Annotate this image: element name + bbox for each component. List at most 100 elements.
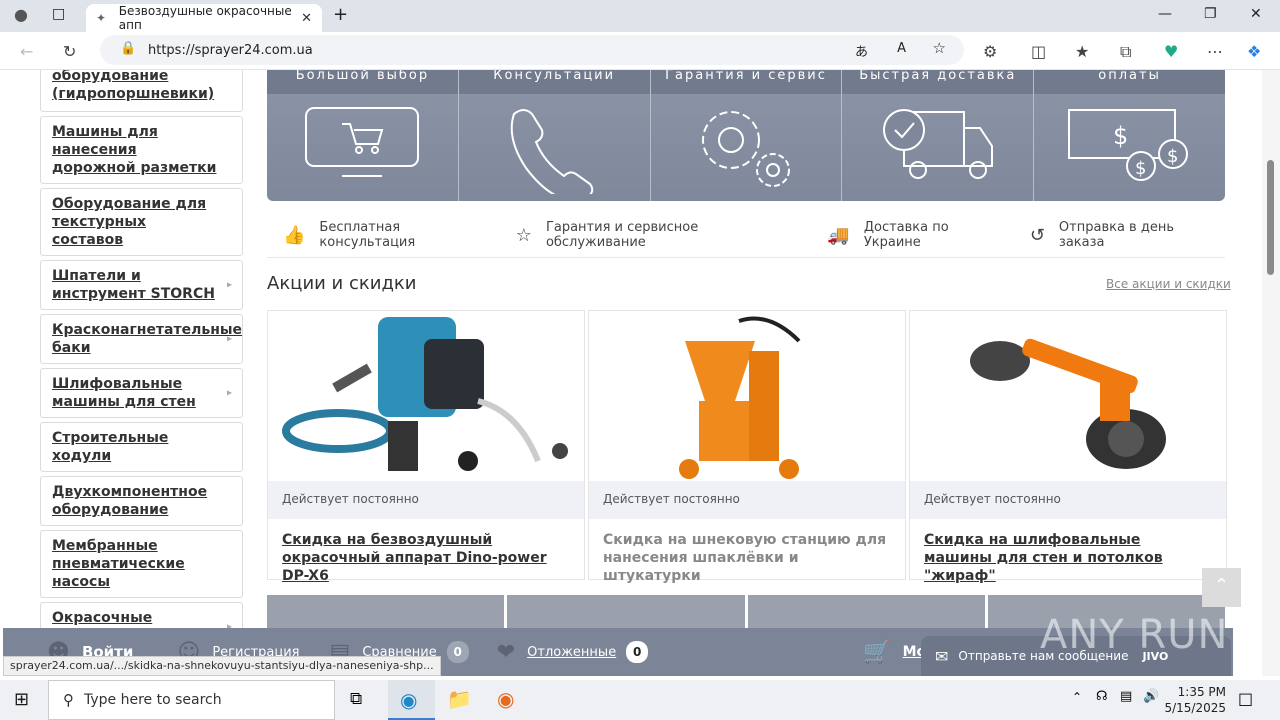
saved-count-badge: 0 [626,641,649,663]
notifications-icon[interactable]: □ [1238,689,1253,708]
promo-card[interactable]: Действует постоянно Скидка на безвоздушн… [267,310,585,584]
feature-label: Доставка по Украине [863,220,949,250]
file-explorer-icon[interactable]: 📁 [447,687,472,711]
sidebar-item-hydropiston[interactable]: оборудование (гидропоршневики) [40,70,243,112]
collections-icon[interactable]: ⧉ [1120,42,1131,62]
promos-title: Акции и скидки [267,273,417,294]
taskbar-search-box[interactable]: ⚲ Type here to search [48,680,335,720]
promo-card[interactable]: Действует постоянно Скидка на шнековую с… [588,310,906,584]
sidebar-item-label: оборудование (гидропоршневики) [52,70,215,102]
sidebar-item-label: Шлифовальные машины для стен [52,376,196,410]
favorite-star-icon[interactable]: ☆ [933,39,946,57]
status-bar-url: sprayer24.com.ua/.../skidka-na-shnekovuy… [3,656,441,676]
sidebar-item-road-marking[interactable]: Машины для нанесения дорожной разметки [40,116,243,184]
active-tab[interactable]: ✦ Безвоздушные окрасочные апп ✕ [86,4,322,32]
firefox-icon[interactable]: ◉ [497,687,514,711]
promo-title-link[interactable]: Скидка на шлифовальные машины для стен и… [910,519,1226,584]
browser-essentials-icon[interactable]: ♥ [1164,42,1178,61]
close-window-icon[interactable]: ✕ [1250,6,1262,22]
clock-date: 5/15/2025 [1164,701,1226,715]
svg-text:$: $ [1135,158,1146,179]
tab-actions-icon[interactable]: □ [52,6,65,22]
tray-chevron-icon[interactable]: ⌃ [1072,690,1082,704]
promo-cards: Действует постоянно Скидка на безвоздушн… [267,310,1227,584]
all-promos-link[interactable]: Все акции и скидки [1106,277,1231,291]
page-scrollbar[interactable] [1262,70,1280,676]
chevron-right-icon: ▸ [226,387,232,399]
taskbar-clock[interactable]: 1:35 PM 5/15/2025 [1164,684,1226,716]
search-placeholder: Type here to search [84,692,222,708]
sidebar-item-wall-sanders[interactable]: Шлифовальные машины для стен ▸ [40,368,243,418]
promo-card[interactable]: Действует постоянно Скидка на шлифовальн… [909,310,1227,584]
lock-icon[interactable]: 🔒 [120,41,136,56]
favicon-icon: ✦ [96,11,107,25]
product-image-screw-station[interactable] [589,311,905,481]
banner-cell[interactable]: Большой выбор [267,70,459,201]
promo-status: Действует постоянно [589,481,905,519]
sidebar-item-label: Оборудование для текстурных составов [52,196,207,248]
svg-text:$: $ [1167,146,1178,167]
translate-icon[interactable]: あ [855,41,868,60]
banner-cell[interactable]: Гарантия и сервис [650,70,843,201]
banner-cell[interactable]: Быстрая доставка [842,70,1035,201]
promo-title-link[interactable]: Скидка на безвоздушный окрасочный аппара… [268,519,584,584]
extensions-icon[interactable]: ⚙ [983,42,997,61]
history-icon: ↺ [1029,224,1045,246]
scroll-to-top-button[interactable]: ⌃ [1202,568,1241,607]
sidebar-item-stilts[interactable]: Строительные ходули [40,422,243,472]
saved-button[interactable]: ❤ Отложенные 0 [496,639,649,665]
sidebar-item-two-component[interactable]: Двухкомпонентное оборудование [40,476,243,526]
url-field[interactable]: 🔒 https://sprayer24.com.ua あ A ☆ [100,35,964,65]
product-image-sprayer[interactable] [268,311,584,481]
promo-title-link[interactable]: Скидка на шнековую станцию для нанесения… [589,519,905,584]
feature-item: 👍 Бесплатная консультация [283,220,486,250]
sidebar-item-label: Красконагнетательные баки [52,322,243,356]
monitor-cart-icon [305,107,420,177]
star-icon: ☆ [515,224,532,246]
sidebar-item-storch[interactable]: Шпатели и инструмент STORCH ▸ [40,260,243,310]
scrollbar-thumb[interactable] [1267,160,1274,275]
sidebar-item-texture[interactable]: Оборудование для текстурных составов [40,188,243,256]
heart-icon: ❤ [496,639,516,665]
more-menu-icon[interactable]: ⋯ [1207,42,1223,61]
edge-browser-icon[interactable]: ◉ [400,688,417,712]
thumbs-up-icon: 👍 [283,224,306,246]
maximize-icon[interactable]: ❐ [1204,6,1217,22]
minimize-icon[interactable]: — [1158,6,1172,22]
banner-cell-title: Гарантия и сервис [650,70,842,94]
search-icon: ⚲ [63,691,74,709]
task-view-icon[interactable]: ⧉ [350,689,362,709]
feature-label: Гарантия и сервисное обслуживание [545,220,699,250]
feature-item: 🚚 Доставка по Украине [827,220,997,250]
advantages-banner: Большой выбор Консультации Гарантия и се… [267,70,1225,201]
sidebar-item-pressure-tanks[interactable]: Красконагнетательные баки ▸ [40,314,243,364]
new-tab-icon[interactable]: + [333,4,348,25]
favorites-icon[interactable]: ★ [1075,42,1089,61]
banner-cell[interactable]: Консультации [458,70,651,201]
wifi-icon[interactable]: ▤ [1120,689,1132,704]
feature-item: ☆ Гарантия и сервисное обслуживание [516,220,784,250]
split-screen-icon[interactable]: ◫ [1031,42,1046,61]
close-tab-icon[interactable]: ✕ [301,11,312,26]
tab-title: Безвоздушные окрасочные апп [118,4,292,32]
feature-item: ↺ Отправка в день заказа [1030,220,1211,250]
sidebar-item-label: Мембранные пневматические насосы [52,538,185,590]
gears-icon [701,111,790,187]
network-icon[interactable]: ☊ [1096,689,1108,704]
windows-start-icon[interactable]: ⊞ [14,689,29,710]
truck-icon [882,109,993,179]
banner-cell-title: Большой выбор [267,70,458,94]
back-icon[interactable]: ← [20,42,33,61]
promo-status: Действует постоянно [910,481,1226,519]
feature-label: Отправка в день заказа [1058,220,1174,250]
refresh-icon[interactable]: ↻ [63,42,76,61]
product-image-wall-sander[interactable] [910,311,1226,481]
read-aloud-icon[interactable]: A [897,41,906,56]
profile-icon[interactable]: ● [14,5,28,24]
banner-cell[interactable]: оплаты $ $ $ [1034,70,1225,201]
sidebar-item-membrane-pumps[interactable]: Мембранные пневматические насосы [40,530,243,598]
copilot-icon[interactable]: ❖ [1247,42,1261,61]
saved-label: Отложенные [527,644,617,660]
volume-icon[interactable]: 🔊 [1143,689,1159,704]
url-text: https://sprayer24.com.ua [148,42,313,58]
